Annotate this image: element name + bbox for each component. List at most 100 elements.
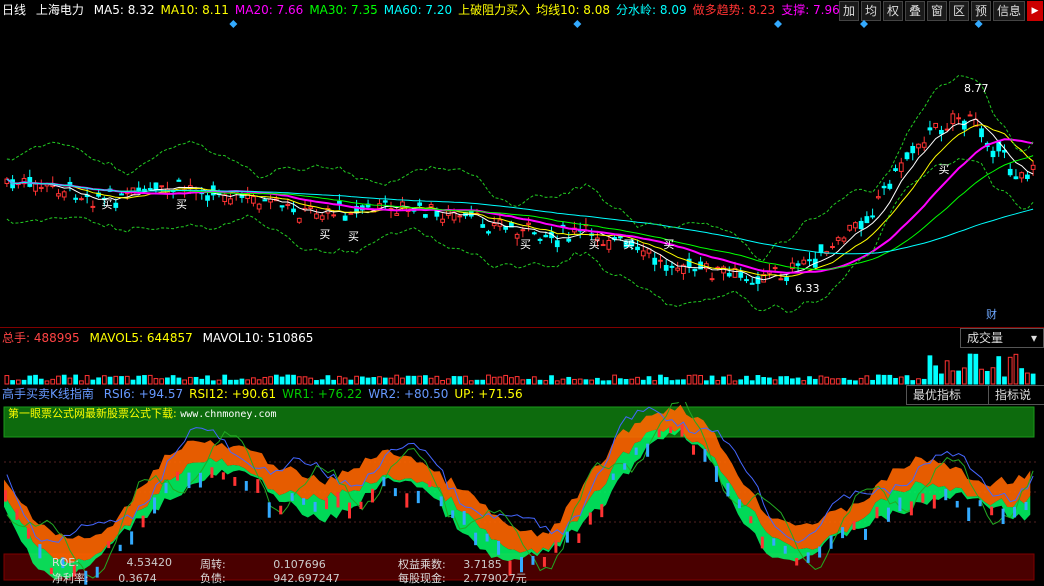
stock-name: 上海电力 bbox=[35, 3, 84, 17]
candle-body bbox=[308, 206, 314, 210]
candle-body bbox=[451, 211, 457, 221]
signal-block bbox=[267, 502, 271, 518]
chart-header: 日线 上海电力 MA5: 8.32 MA10: 8.11 MA20: 7.66 MA3… bbox=[2, 2, 854, 18]
signal-block bbox=[405, 493, 409, 508]
candle-body bbox=[543, 234, 549, 238]
candle-body bbox=[331, 214, 337, 217]
candle-body bbox=[772, 267, 778, 270]
volume-bar bbox=[84, 375, 90, 385]
signal-block bbox=[646, 443, 650, 457]
fin-label: 负债: bbox=[200, 572, 226, 585]
candle-body bbox=[56, 193, 61, 197]
volume-bar bbox=[600, 380, 606, 385]
candle-body bbox=[480, 224, 486, 228]
candle-body bbox=[382, 200, 388, 203]
candle-body bbox=[33, 183, 38, 192]
volume-bar bbox=[1013, 353, 1019, 385]
volume-bar bbox=[509, 377, 514, 385]
signal-block bbox=[26, 528, 30, 539]
candle-body bbox=[176, 179, 182, 182]
volume-bar bbox=[921, 378, 927, 385]
buy-signal-label: 买 bbox=[348, 230, 359, 243]
signal-block bbox=[428, 481, 432, 488]
candle-body bbox=[617, 236, 623, 239]
volume-bar bbox=[205, 375, 210, 385]
volume-bar bbox=[841, 377, 847, 385]
mavol5-label: MAVOL5: 644857 bbox=[89, 331, 193, 345]
volume-bar bbox=[348, 379, 354, 385]
price-chart[interactable]: 买买买 买买买买买买 8.77 6.33 财 bbox=[0, 18, 1044, 328]
volume-bar bbox=[973, 353, 979, 385]
fin-value: 2.779027元 bbox=[463, 572, 527, 585]
candle-body bbox=[807, 259, 812, 262]
candle-body bbox=[251, 196, 256, 204]
header-indicator-5: 上破阻力买入 bbox=[458, 3, 531, 17]
volume-bar bbox=[554, 380, 560, 385]
candle-body bbox=[457, 215, 463, 218]
volume-bar bbox=[176, 377, 182, 385]
volume-bar bbox=[371, 377, 377, 385]
volume-bar bbox=[623, 379, 629, 385]
volume-bar bbox=[606, 380, 612, 385]
volume-bar bbox=[692, 374, 698, 385]
volume-bar bbox=[400, 377, 405, 385]
volume-bar bbox=[457, 376, 463, 385]
lower-band-line bbox=[6, 158, 1034, 313]
candle-body bbox=[927, 127, 933, 131]
signal-block bbox=[15, 508, 19, 520]
volume-bar bbox=[73, 374, 79, 385]
fin-label: 净利率: bbox=[52, 572, 89, 585]
signal-block bbox=[818, 546, 822, 558]
signal-block bbox=[749, 516, 753, 524]
volume-chart[interactable] bbox=[0, 346, 1044, 386]
period-label[interactable]: 日线 bbox=[2, 3, 26, 17]
volume-bar bbox=[15, 379, 21, 385]
signal-block bbox=[714, 466, 718, 482]
volume-bar bbox=[853, 380, 858, 385]
candle-body bbox=[830, 246, 835, 249]
volume-bar bbox=[577, 378, 583, 385]
volume-bar bbox=[4, 375, 10, 385]
signal-block bbox=[107, 541, 111, 549]
volume-bar bbox=[537, 379, 543, 385]
volume-bar bbox=[583, 379, 589, 385]
candle-body bbox=[835, 237, 841, 241]
volume-bar bbox=[474, 379, 480, 385]
fin-value: 4.53420 bbox=[126, 556, 172, 569]
volume-bar bbox=[784, 376, 789, 385]
signal-block bbox=[772, 538, 776, 546]
volume-bar bbox=[916, 378, 921, 385]
indicator-select-value: 成交量 bbox=[967, 331, 1004, 345]
indicator-header: 高手买卖K线指南 RSI6: +94.57 RSI12: +90.61 WR1: +… bbox=[2, 386, 535, 402]
candle-body bbox=[526, 222, 531, 225]
volume-bar bbox=[933, 365, 939, 385]
volume-bar bbox=[90, 379, 96, 385]
candle-body bbox=[967, 114, 973, 117]
volume-bar bbox=[847, 379, 853, 385]
promo-url[interactable]: www.chnmoney.com bbox=[180, 409, 276, 420]
volume-bar bbox=[950, 370, 956, 385]
signal-block bbox=[554, 540, 558, 553]
volume-bar bbox=[354, 375, 359, 385]
indicator-select[interactable]: 成交量 ▾ bbox=[960, 328, 1044, 348]
candle-body bbox=[916, 143, 921, 149]
candle-body bbox=[709, 278, 715, 281]
signal-block bbox=[852, 521, 856, 531]
volume-bar bbox=[394, 374, 400, 385]
candle-body bbox=[90, 205, 96, 208]
volume-bar bbox=[170, 375, 176, 385]
volume-bar bbox=[423, 375, 428, 385]
volume-bar bbox=[589, 379, 595, 385]
volume-bar bbox=[629, 378, 635, 385]
volume-bar bbox=[21, 379, 27, 385]
signal-block bbox=[760, 536, 764, 549]
candle-body bbox=[801, 259, 807, 265]
volume-bar bbox=[38, 378, 44, 385]
signal-block bbox=[944, 488, 948, 501]
fin-label: ROE: bbox=[52, 556, 79, 569]
signal-block bbox=[233, 476, 237, 486]
volume-bar bbox=[445, 378, 451, 385]
volume-bar bbox=[428, 377, 434, 385]
volume-bar bbox=[79, 380, 84, 385]
header-indicator-7: 分水岭: 8.09 bbox=[616, 3, 687, 17]
